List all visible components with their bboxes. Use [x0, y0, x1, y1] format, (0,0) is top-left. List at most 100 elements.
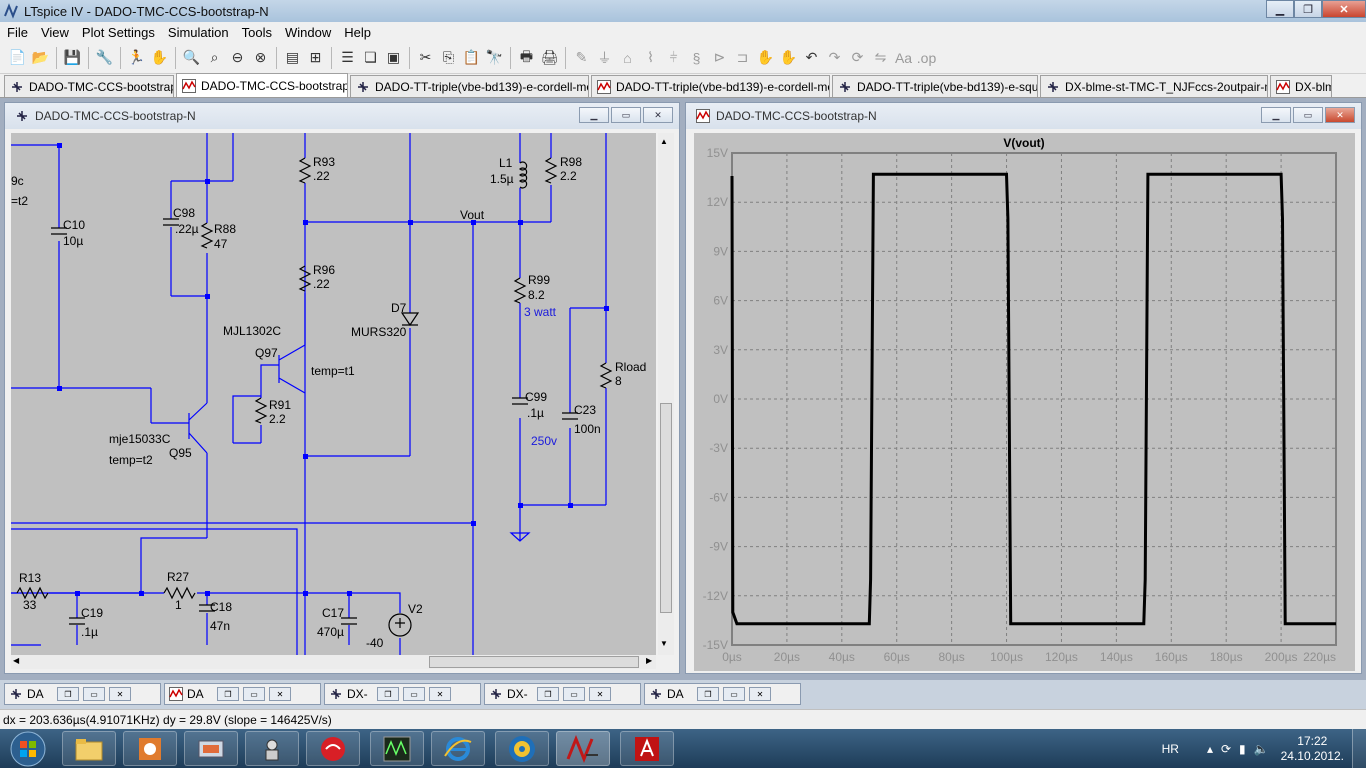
taskbar-app-2[interactable]: [123, 731, 177, 766]
print-icon[interactable]: 🖨: [538, 46, 561, 69]
tab-waveform-3[interactable]: DX-blm: [1270, 75, 1332, 97]
restore-icon[interactable]: ❐: [537, 687, 559, 701]
tab-schematic-2[interactable]: DADO-TT-triple(vbe-bd139)-e-cordell-mode…: [350, 75, 589, 97]
run-icon[interactable]: 🏃: [125, 46, 148, 69]
x-tick-label[interactable]: 80µs: [939, 650, 965, 664]
ground-icon[interactable]: ⏚: [593, 46, 616, 69]
menu-view[interactable]: View: [34, 25, 75, 40]
y-tick-label[interactable]: 15V: [707, 146, 728, 160]
menu-file[interactable]: File: [0, 25, 34, 40]
taskbar-ltspice[interactable]: [556, 731, 610, 766]
waveform-plot-pane[interactable]: 15V 12V 9V 6V 3V 0V -3V -6V -9V -12V -15V 0µs 20µs 4…: [694, 133, 1355, 671]
maximize-icon[interactable]: ▭: [723, 687, 745, 701]
schematic-drawing[interactable]: R93 .22 R96 .22 R98 2.2 L1 1.5µ C10 10µ …: [11, 133, 656, 655]
tab-waveform-active[interactable]: DADO-TMC-CCS-bootstrap-N: [176, 73, 348, 97]
y-tick-label[interactable]: -6V: [709, 490, 728, 504]
y-tick-label[interactable]: -12V: [703, 589, 728, 603]
rotate-icon[interactable]: ⟳: [846, 46, 869, 69]
close-icon[interactable]: ✕: [589, 687, 611, 701]
restore-icon[interactable]: ❐: [57, 687, 79, 701]
scroll-down-icon[interactable]: ▼: [660, 639, 668, 648]
close-icon[interactable]: ✕: [109, 687, 131, 701]
y-tick-label[interactable]: 0V: [713, 392, 728, 406]
vertical-scroll-thumb[interactable]: [660, 403, 672, 613]
minimized-window-1[interactable]: DA ❐ ▭ ✕: [4, 683, 161, 705]
close-icon[interactable]: ✕: [269, 687, 291, 701]
tile-horizontal-icon[interactable]: ☰: [336, 46, 359, 69]
mirror-icon[interactable]: ⇋: [869, 46, 892, 69]
halt-icon[interactable]: ✋: [148, 46, 171, 69]
schematic-canvas[interactable]: R93 .22 R96 .22 R98 2.2 L1 1.5µ C10 10µ …: [11, 133, 656, 655]
diode-icon[interactable]: ⊳: [708, 46, 731, 69]
x-tick-label[interactable]: 100µs: [990, 650, 1023, 664]
schematic-horizontal-scrollbar[interactable]: ◀ ▶: [11, 655, 656, 669]
control-panel-icon[interactable]: 🔧: [93, 46, 116, 69]
open-icon[interactable]: 📂: [29, 46, 52, 69]
minimize-button[interactable]: ▁: [1266, 0, 1294, 18]
taskbar-antivirus[interactable]: [306, 731, 360, 766]
close-button[interactable]: ✕: [1322, 0, 1366, 18]
y-tick-label[interactable]: -9V: [709, 540, 728, 554]
tab-waveform-2[interactable]: DADO-TT-triple(vbe-bd139)-e-cordell-mode…: [591, 75, 830, 97]
zoom-cancel-icon[interactable]: ⊗: [249, 46, 272, 69]
save-icon[interactable]: 💾: [61, 46, 84, 69]
taskbar-app-4[interactable]: [245, 731, 299, 766]
clock[interactable]: 17:22 24.10.2012.: [1281, 734, 1344, 764]
restore-icon[interactable]: ❐: [377, 687, 399, 701]
tab-schematic-3[interactable]: DADO-TT-triple(vbe-bd139)-e-square: [832, 75, 1038, 97]
waveform-maximize-button[interactable]: ▭: [1293, 107, 1323, 123]
x-tick-label[interactable]: 120µs: [1045, 650, 1078, 664]
spice-directive-icon[interactable]: .op: [915, 46, 938, 69]
tab-schematic-4[interactable]: DX-blme-st-TMC-T_NJFccs-2outpair-mk2: [1040, 75, 1268, 97]
show-desktop-button[interactable]: [1352, 729, 1366, 768]
menu-tools[interactable]: Tools: [235, 25, 278, 40]
maximize-icon[interactable]: ▭: [563, 687, 585, 701]
taskbar-app-3[interactable]: [184, 731, 238, 766]
zoom-fit-icon[interactable]: ⊞: [304, 46, 327, 69]
scroll-right-icon[interactable]: ▶: [646, 656, 652, 665]
x-tick-label[interactable]: 180µs: [1210, 650, 1243, 664]
action-center-icon[interactable]: ⟳: [1221, 742, 1231, 756]
restore-icon[interactable]: ❐: [217, 687, 239, 701]
label-net-icon[interactable]: ⌂: [616, 46, 639, 69]
autorange-icon[interactable]: ▤: [281, 46, 304, 69]
menu-help[interactable]: Help: [337, 25, 377, 40]
move-icon[interactable]: ✋: [754, 46, 777, 69]
maximize-icon[interactable]: ▭: [403, 687, 425, 701]
new-schematic-icon[interactable]: 📄: [6, 46, 29, 69]
undo-icon[interactable]: ↶: [800, 46, 823, 69]
taskbar-internet-explorer[interactable]: [431, 731, 485, 766]
zoom-out-icon[interactable]: ⊖: [226, 46, 249, 69]
x-tick-label[interactable]: 20µs: [774, 650, 800, 664]
x-tick-label[interactable]: 220µs: [1303, 650, 1336, 664]
close-icon[interactable]: ✕: [749, 687, 771, 701]
close-icon[interactable]: ✕: [429, 687, 451, 701]
tab-schematic-1[interactable]: DADO-TMC-CCS-bootstrap-N: [4, 75, 174, 97]
find-icon[interactable]: 🔭: [483, 46, 506, 69]
waveform-close-button[interactable]: ✕: [1325, 107, 1355, 123]
minimized-window-4[interactable]: DX- ❐ ▭ ✕: [484, 683, 641, 705]
cut-icon[interactable]: ✂: [414, 46, 437, 69]
drag-icon[interactable]: ✋: [777, 46, 800, 69]
close-all-icon[interactable]: ▣: [382, 46, 405, 69]
y-tick-label[interactable]: 9V: [713, 244, 728, 258]
taskbar-media-app[interactable]: [495, 731, 549, 766]
restore-icon[interactable]: ❐: [697, 687, 719, 701]
waveform-minimize-button[interactable]: ▁: [1261, 107, 1291, 123]
minimized-window-5[interactable]: DA ❐ ▭ ✕: [644, 683, 801, 705]
y-tick-label[interactable]: -3V: [709, 441, 728, 455]
minimized-window-3[interactable]: DX- ❐ ▭ ✕: [324, 683, 481, 705]
cascade-icon[interactable]: ❏: [359, 46, 382, 69]
x-tick-label[interactable]: 40µs: [829, 650, 855, 664]
horizontal-scroll-thumb[interactable]: [429, 656, 639, 668]
zoom-in-icon[interactable]: 🔍: [180, 46, 203, 69]
y-tick-label[interactable]: 12V: [707, 195, 728, 209]
minimized-window-2[interactable]: DA ❐ ▭ ✕: [164, 683, 321, 705]
waveform-plot[interactable]: 15V12V9V6V3V0V-3V-6V-9V-12V-15V 0µs 20µs 4…: [694, 133, 1355, 671]
capacitor-icon[interactable]: ⫩: [662, 46, 685, 69]
language-indicator[interactable]: HR: [1162, 742, 1179, 756]
menu-simulation[interactable]: Simulation: [161, 25, 235, 40]
component-icon[interactable]: ⊐: [731, 46, 754, 69]
menu-plot-settings[interactable]: Plot Settings: [75, 25, 161, 40]
scroll-left-icon[interactable]: ◀: [13, 656, 19, 665]
